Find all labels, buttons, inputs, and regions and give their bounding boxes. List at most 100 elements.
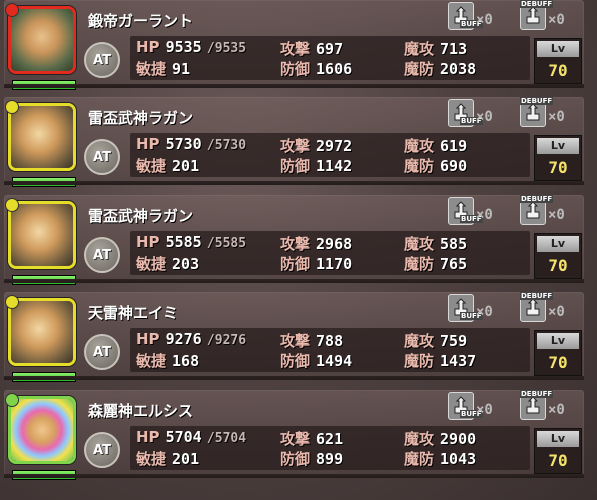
debuff-indicator: DEBUFF ×0: [520, 292, 582, 324]
level-value: 70: [548, 158, 568, 177]
buff-count: ×0: [476, 109, 493, 125]
stat-attack-value: 2972: [316, 137, 353, 155]
unit-portrait-wrap[interactable]: [5, 393, 76, 480]
unit-portrait[interactable]: [8, 103, 76, 171]
at-badge[interactable]: AT: [84, 139, 120, 175]
unit-portrait-wrap[interactable]: [5, 100, 76, 187]
level-value: 70: [548, 61, 568, 80]
stat-magic-defense-value: 765: [440, 255, 468, 273]
unit-card[interactable]: 雷盃武神ラガン AT HP 5585 /5585 敏捷 203 攻撃 2968 防御 1…: [4, 195, 584, 285]
stat-magic-attack-value: 2900: [440, 430, 477, 448]
unit-card[interactable]: 雷盃武神ラガン AT HP 5730 /5730 敏捷 201 攻撃 2972 防御 1…: [4, 97, 584, 187]
stat-hp-label: HP: [136, 38, 160, 56]
stat-magic-defense-label: 魔防: [404, 157, 435, 175]
stat-defense-value: 1606: [316, 60, 353, 78]
stat-speed: 敏捷 201: [136, 155, 199, 176]
stat-speed-value: 168: [172, 352, 200, 370]
unit-portrait[interactable]: [8, 298, 76, 366]
unit-portrait-wrap[interactable]: [5, 198, 76, 285]
buff-indicator: BUFF ×0: [448, 195, 510, 227]
stat-attack: 攻撃 621: [280, 428, 343, 449]
stat-speed-label: 敏捷: [136, 157, 167, 175]
stat-magic-defense: 魔防 1043: [404, 448, 476, 469]
stat-hp-max: /9535: [206, 41, 247, 56]
stat-magic-attack-label: 魔攻: [404, 430, 435, 448]
element-icon: [5, 100, 19, 114]
at-badge[interactable]: AT: [84, 237, 120, 273]
unit-portrait[interactable]: [8, 396, 76, 464]
debuff-count: ×0: [548, 207, 565, 223]
unit-card[interactable]: 鍛帝ガーラント AT HP 9535 /9535 敏捷 91 攻撃 697 防御 160…: [4, 0, 584, 90]
debuff-count: ×0: [548, 12, 565, 28]
stat-speed-label: 敏捷: [136, 255, 167, 273]
hp-bar-fill: [13, 276, 75, 284]
stat-hp-max: /5730: [206, 138, 247, 153]
element-icon: [5, 198, 19, 212]
stat-hp-label: HP: [136, 233, 160, 251]
hp-bar: [12, 470, 76, 480]
stat-magic-attack-label: 魔攻: [404, 137, 435, 155]
at-badge[interactable]: AT: [84, 334, 120, 370]
unit-card[interactable]: 森麗神エルシス AT HP 5704 /5704 敏捷 201 攻撃 621 防御 89…: [4, 390, 584, 480]
unit-portrait[interactable]: [8, 6, 76, 74]
stat-magic-defense: 魔防 2038: [404, 58, 476, 79]
stat-magic-attack: 魔攻 2900: [404, 428, 476, 449]
debuff-tag: DEBUFF: [520, 390, 554, 398]
stat-magic-attack-value: 713: [440, 40, 468, 58]
portrait-image: [11, 9, 73, 71]
stat-attack-label: 攻撃: [280, 40, 311, 58]
level-value: 70: [548, 353, 568, 372]
portrait-image: [11, 399, 73, 461]
stat-hp-value: 9535: [165, 38, 202, 56]
level-label: Lv: [537, 138, 579, 154]
level-box: Lv 70: [534, 38, 582, 84]
unit-portrait[interactable]: [8, 201, 76, 269]
level-label: Lv: [537, 431, 579, 447]
element-icon: [5, 295, 19, 309]
stat-attack-label: 攻撃: [280, 137, 311, 155]
buff-indicator: BUFF ×0: [448, 97, 510, 129]
level-label: Lv: [537, 41, 579, 57]
at-badge[interactable]: AT: [84, 42, 120, 78]
stat-speed-value: 201: [172, 450, 200, 468]
stat-defense: 防御 899: [280, 448, 343, 469]
debuff-indicator: DEBUFF ×0: [520, 0, 582, 32]
unit-name: 雷盃武神ラガン: [88, 109, 194, 127]
unit-portrait-wrap[interactable]: [5, 3, 76, 90]
stats-panel: HP 9535 /9535 敏捷 91 攻撃 697 防御 1606 魔攻 713 魔防 2…: [130, 36, 530, 80]
stat-defense-label: 防御: [280, 60, 311, 78]
hp-bar-fill: [13, 81, 75, 89]
debuff-tag: DEBUFF: [520, 97, 554, 105]
stat-speed: 敏捷 168: [136, 350, 199, 371]
stat-magic-defense-value: 690: [440, 157, 468, 175]
stat-defense-value: 1142: [316, 157, 353, 175]
level-label: Lv: [537, 236, 579, 252]
hp-bar-fill: [13, 373, 75, 381]
buff-indicator: BUFF ×0: [448, 0, 510, 32]
stat-hp: HP 9535 /9535: [136, 38, 246, 56]
stat-magic-defense: 魔防 1437: [404, 350, 476, 371]
unit-card[interactable]: 天雷神エイミ AT HP 9276 /9276 敏捷 168 攻撃 788 防御 149…: [4, 292, 584, 382]
stat-hp-label: HP: [136, 330, 160, 348]
stat-defense-label: 防御: [280, 157, 311, 175]
stat-attack-label: 攻撃: [280, 235, 311, 253]
portrait-image: [11, 301, 73, 363]
stat-magic-attack-value: 619: [440, 137, 468, 155]
level-label: Lv: [537, 333, 579, 349]
stat-speed-value: 91: [172, 60, 191, 78]
at-badge[interactable]: AT: [84, 432, 120, 468]
stat-hp-max: /5585: [206, 236, 247, 251]
stats-panel: HP 5730 /5730 敏捷 201 攻撃 2972 防御 1142 魔攻 619 魔…: [130, 133, 530, 177]
stat-defense: 防御 1170: [280, 253, 352, 274]
stat-speed: 敏捷 203: [136, 253, 199, 274]
stat-attack: 攻撃 788: [280, 330, 343, 351]
stat-magic-attack-value: 759: [440, 332, 468, 350]
stat-hp: HP 9276 /9276: [136, 330, 246, 348]
stat-speed-value: 201: [172, 157, 200, 175]
stat-defense-value: 1494: [316, 352, 353, 370]
hp-bar: [12, 275, 76, 285]
stat-defense: 防御 1494: [280, 350, 352, 371]
stat-defense-value: 899: [316, 450, 344, 468]
unit-portrait-wrap[interactable]: [5, 295, 76, 382]
hp-bar: [12, 372, 76, 382]
